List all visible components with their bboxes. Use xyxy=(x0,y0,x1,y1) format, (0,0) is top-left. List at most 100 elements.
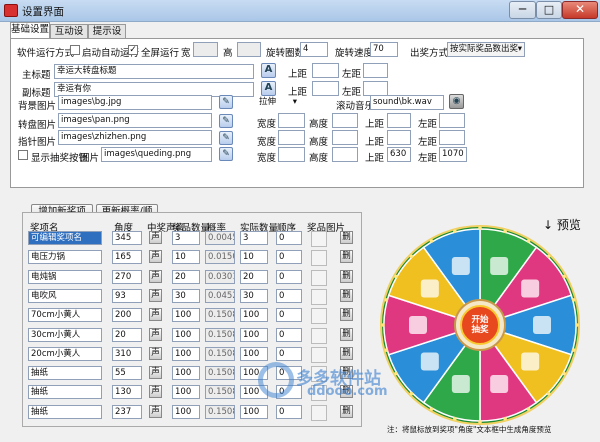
prize-delete-button[interactable]: 删 xyxy=(340,327,353,341)
prize-angle-input[interactable]: 93 xyxy=(112,288,142,303)
prize-delete-button[interactable]: 删 xyxy=(340,269,353,283)
sub-title-left-input[interactable] xyxy=(363,81,388,96)
prize-quantity-input[interactable]: 100 xyxy=(172,366,200,381)
prize-quantity-input[interactable]: 30 xyxy=(172,288,200,303)
draw-button-width-input[interactable] xyxy=(278,147,305,162)
autostart-checkbox[interactable] xyxy=(70,45,80,55)
prize-quantity-input[interactable]: 100 xyxy=(172,404,200,419)
prize-name-input[interactable]: 电炖锅 xyxy=(28,269,102,284)
draw-button-browse-icon[interactable]: ✎ xyxy=(219,147,233,161)
award-mode-select[interactable]: 按实际奖品数出奖 ▾ xyxy=(447,42,525,57)
prize-image-thumbnail[interactable] xyxy=(311,404,327,421)
prize-order-input[interactable]: 0 xyxy=(276,327,302,342)
prize-image-thumbnail[interactable] xyxy=(311,308,327,325)
prize-actual-quantity-input[interactable]: 30 xyxy=(240,288,268,303)
sub-title-font-icon[interactable]: A xyxy=(261,81,276,96)
prize-quantity-input[interactable]: 100 xyxy=(172,385,200,400)
prize-sound-button[interactable]: 声 xyxy=(149,327,162,341)
prize-order-input[interactable]: 0 xyxy=(276,250,302,265)
pointer-left-input[interactable] xyxy=(439,130,465,145)
prize-angle-input[interactable]: 200 xyxy=(112,308,142,323)
prize-order-input[interactable]: 0 xyxy=(276,404,302,419)
pointer-top-input[interactable] xyxy=(387,130,411,145)
prize-actual-quantity-input[interactable]: 3 xyxy=(240,231,268,245)
bg-image-input[interactable]: images\bg.jpg xyxy=(58,95,212,110)
prize-name-input[interactable]: 抽纸 xyxy=(28,404,102,419)
prize-quantity-input[interactable]: 100 xyxy=(172,308,200,323)
prize-angle-input[interactable]: 20 xyxy=(112,327,142,342)
prize-quantity-input[interactable]: 20 xyxy=(172,269,200,284)
prize-angle-input[interactable]: 270 xyxy=(112,269,142,284)
prize-image-thumbnail[interactable] xyxy=(311,269,327,286)
prize-delete-button[interactable]: 删 xyxy=(340,404,353,418)
rotation-speed-input[interactable]: 70 xyxy=(370,42,398,57)
wheel-top-input[interactable] xyxy=(387,113,411,128)
wheel-image-browse-icon[interactable]: ✎ xyxy=(219,114,233,128)
prize-delete-button[interactable]: 删 xyxy=(340,250,353,264)
prize-name-input[interactable]: 20cm小黄人 xyxy=(28,346,102,361)
prize-angle-input[interactable]: 55 xyxy=(112,366,142,381)
show-draw-button-checkbox[interactable] xyxy=(18,150,28,160)
main-title-top-input[interactable] xyxy=(312,63,339,78)
prize-name-input[interactable]: 70cm小黄人 xyxy=(28,308,102,323)
prize-image-thumbnail[interactable] xyxy=(311,346,327,363)
prize-sound-button[interactable]: 声 xyxy=(149,308,162,322)
prize-order-input[interactable]: 0 xyxy=(276,231,302,245)
prize-order-input[interactable]: 0 xyxy=(276,288,302,303)
draw-button-top-input[interactable]: 630 xyxy=(387,147,411,162)
prize-sound-button[interactable]: 声 xyxy=(149,269,162,283)
prize-actual-quantity-input[interactable]: 100 xyxy=(240,308,268,323)
prize-quantity-input[interactable]: 10 xyxy=(172,250,200,265)
prize-sound-button[interactable]: 声 xyxy=(149,250,162,264)
stretch-select[interactable]: 拉伸 ▾ xyxy=(256,95,300,110)
pointer-height-input[interactable] xyxy=(332,130,358,145)
prize-sound-button[interactable]: 声 xyxy=(149,346,162,360)
prize-delete-button[interactable]: 删 xyxy=(340,346,353,360)
prize-sound-button[interactable]: 声 xyxy=(149,231,162,244)
wheel-image-input[interactable]: images\pan.png xyxy=(58,113,212,128)
prize-order-input[interactable]: 0 xyxy=(276,308,302,323)
prize-quantity-input[interactable]: 3 xyxy=(172,231,200,245)
prize-name-input[interactable]: 抽纸 xyxy=(28,385,102,400)
window-width-input[interactable] xyxy=(193,42,218,57)
fullscreen-checkbox[interactable]: ✓ xyxy=(128,45,138,55)
prize-image-thumbnail[interactable] xyxy=(311,288,327,305)
main-title-left-input[interactable] xyxy=(363,63,388,78)
prize-sound-button[interactable]: 声 xyxy=(149,366,162,380)
speaker-icon[interactable]: ◉ xyxy=(449,94,464,109)
prize-angle-input[interactable]: 165 xyxy=(112,250,142,265)
prize-actual-quantity-input[interactable]: 100 xyxy=(240,404,268,419)
prize-image-thumbnail[interactable] xyxy=(311,250,327,267)
prize-name-input[interactable]: 可编辑奖项名 xyxy=(28,231,102,245)
draw-button-height-input[interactable] xyxy=(332,147,358,162)
sub-title-top-input[interactable] xyxy=(312,81,339,96)
wheel-left-input[interactable] xyxy=(439,113,465,128)
main-title-input[interactable]: 幸运大转盘标题 xyxy=(54,64,254,79)
prize-angle-input[interactable]: 310 xyxy=(112,346,142,361)
pointer-image-browse-icon[interactable]: ✎ xyxy=(219,131,233,145)
prize-actual-quantity-input[interactable]: 20 xyxy=(240,269,268,284)
prize-name-input[interactable]: 电压力锅 xyxy=(28,250,102,265)
wheel-height-input[interactable] xyxy=(332,113,358,128)
close-button[interactable]: ✕ xyxy=(562,1,598,19)
pointer-width-input[interactable] xyxy=(278,130,305,145)
prize-order-input[interactable]: 0 xyxy=(276,346,302,361)
draw-button-left-input[interactable]: 1070 xyxy=(439,147,467,162)
prize-quantity-input[interactable]: 100 xyxy=(172,346,200,361)
tab-basic-settings[interactable]: 基础设置 xyxy=(10,22,50,39)
prize-actual-quantity-input[interactable]: 10 xyxy=(240,250,268,265)
prize-delete-button[interactable]: 删 xyxy=(340,308,353,322)
main-title-font-icon[interactable]: A xyxy=(261,63,276,78)
prize-actual-quantity-input[interactable]: 100 xyxy=(240,327,268,342)
prize-order-input[interactable]: 0 xyxy=(276,269,302,284)
bg-image-browse-icon[interactable]: ✎ xyxy=(219,95,233,109)
prize-angle-input[interactable]: 237 xyxy=(112,404,142,419)
music-input[interactable]: sound\bk.wav xyxy=(370,95,444,110)
wheel-width-input[interactable] xyxy=(278,113,305,128)
window-height-input[interactable] xyxy=(237,42,261,57)
prize-sound-button[interactable]: 声 xyxy=(149,385,162,399)
minimize-button[interactable]: ─ xyxy=(509,1,536,19)
maximize-button[interactable]: □ xyxy=(536,1,562,19)
tab-interaction-settings[interactable]: 互动设置 xyxy=(50,24,88,50)
prize-sound-button[interactable]: 声 xyxy=(149,288,162,302)
